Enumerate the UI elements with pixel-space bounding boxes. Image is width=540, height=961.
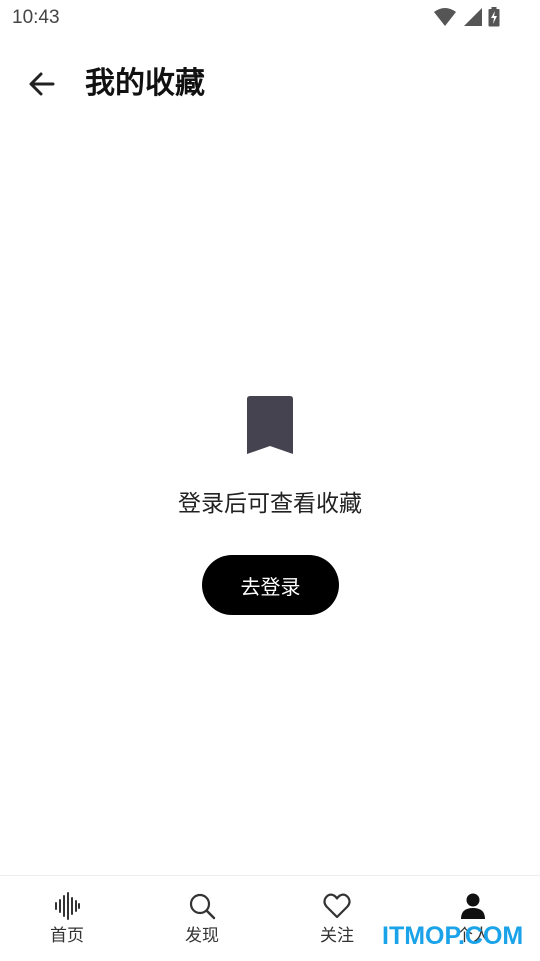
status-icons [434,7,500,27]
nav-label-follow: 关注 [320,926,354,946]
signal-icon [464,8,482,26]
sound-wave-icon [55,892,80,920]
status-bar: 10:43 [0,0,540,36]
arrow-left-icon [29,72,55,96]
nav-item-follow[interactable]: 关注 [287,892,387,956]
app-header: 我的收藏 [0,56,540,114]
back-button[interactable] [22,64,62,104]
nav-item-home[interactable]: 首页 [17,892,117,956]
battery-charging-icon [488,7,500,27]
status-time: 10:43 [12,7,60,28]
wifi-icon [434,8,456,26]
login-button[interactable]: 去登录 [202,555,339,615]
watermark: ITMOP.COM [382,922,524,950]
empty-message: 登录后可查看收藏 [178,491,362,517]
search-icon [189,893,216,920]
heart-icon [323,893,351,919]
nav-label-home: 首页 [50,926,84,946]
page-title: 我的收藏 [85,66,205,101]
nav-label-discover: 发现 [185,926,219,946]
bookmark-icon [247,396,293,454]
person-icon [461,893,485,919]
nav-item-discover[interactable]: 发现 [152,892,252,956]
